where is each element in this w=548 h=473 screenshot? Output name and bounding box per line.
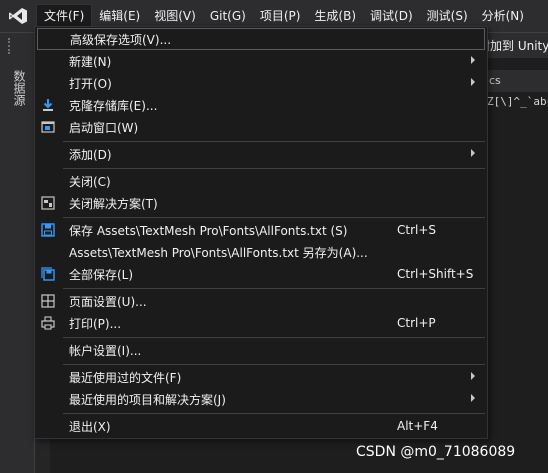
save-icon <box>40 222 56 238</box>
menu-item-close-solution[interactable]: 关闭解决方案(T) <box>35 192 487 214</box>
menu-item-label: 关闭解决方案(T) <box>69 196 158 211</box>
submenu-arrow-icon <box>471 372 475 380</box>
menu-item-recent-projects[interactable]: 最近使用的项目和解决方案(J) <box>35 388 487 410</box>
menu-item-label: 启动窗口(W) <box>69 120 139 135</box>
menu-separator <box>63 413 485 414</box>
menu-view[interactable]: 视图(V) <box>147 4 203 28</box>
menu-debug[interactable]: 调试(D) <box>363 4 420 28</box>
menu-test[interactable]: 测试(S) <box>420 4 475 28</box>
menu-item-start-window[interactable]: 启动窗口(W) <box>35 116 487 138</box>
menu-edit[interactable]: 编辑(E) <box>92 4 147 28</box>
print-icon <box>40 315 56 331</box>
page-setup-icon <box>40 293 56 309</box>
submenu-arrow-icon <box>471 394 475 402</box>
watermark: CSDN @m0_71086089 <box>356 444 516 460</box>
menu-item-recent-files[interactable]: 最近使用过的文件(F) <box>35 366 487 388</box>
menu-item-shortcut: Ctrl+Shift+S <box>397 267 474 281</box>
menu-item-open[interactable]: 打开(O) <box>35 72 487 94</box>
menu-item-print[interactable]: 打印(P)... Ctrl+P <box>35 312 487 334</box>
left-tool-strip: 数据源 <box>0 58 34 473</box>
menu-item-shortcut: Ctrl+S <box>397 223 437 237</box>
menu-item-shortcut: Alt+F4 <box>397 419 438 433</box>
menu-item-save[interactable]: 保存 Assets\TextMesh Pro\Fonts\AllFonts.tx… <box>35 219 487 241</box>
start-window-icon <box>40 119 56 135</box>
menu-item-new[interactable]: 新建(N) <box>35 50 487 72</box>
visual-studio-window: 文件(F) 编辑(E) 视图(V) Git(G) 项目(P) 生成(B) 调试(… <box>0 0 548 473</box>
menu-item-label: 退出(X) <box>69 419 111 434</box>
menu-build[interactable]: 生成(B) <box>307 4 363 28</box>
menu-separator <box>63 364 485 365</box>
menu-item-label: 最近使用过的文件(F) <box>69 370 182 385</box>
menu-item-label: 打印(P)... <box>69 316 122 331</box>
menu-item-label: 页面设置(U)... <box>69 294 147 309</box>
menu-item-label: 克隆存储库(E)... <box>69 98 158 113</box>
menu-item-label: 高级保存选项(V)... <box>70 32 172 47</box>
menu-analyze[interactable]: 分析(N) <box>475 4 531 28</box>
menu-item-label: 最近使用的项目和解决方案(J) <box>69 392 226 407</box>
menu-item-exit[interactable]: 退出(X) Alt+F4 <box>35 415 487 437</box>
menu-separator <box>63 337 485 338</box>
menu-item-label: 关闭(C) <box>69 174 111 189</box>
menu-item-label: 添加(D) <box>69 147 112 162</box>
close-solution-icon <box>40 195 56 211</box>
menu-separator <box>63 141 485 142</box>
menu-git[interactable]: Git(G) <box>203 4 253 28</box>
menu-item-label: Assets\TextMesh Pro\Fonts\AllFonts.txt 另… <box>69 245 368 260</box>
editor-code-line: Z[\]^_`abc <box>487 95 548 108</box>
toolbar-grip-icon[interactable] <box>8 38 12 54</box>
clone-icon <box>40 97 56 113</box>
menu-project[interactable]: 项目(P) <box>253 4 308 28</box>
menu-item-shortcut: Ctrl+P <box>397 316 436 330</box>
menu-item-label: 打开(O) <box>69 76 112 91</box>
attach-to-unity-button[interactable]: 附加到 Unity <box>478 37 548 54</box>
menu-item-account-settings[interactable]: 帐户设置(I)... <box>35 339 487 361</box>
menu-separator <box>63 217 485 218</box>
menu-item-page-setup[interactable]: 页面设置(U)... <box>35 290 487 312</box>
menu-item-label: 帐户设置(I)... <box>69 343 142 358</box>
menu-item-add[interactable]: 添加(D) <box>35 143 487 165</box>
submenu-arrow-icon <box>471 149 475 157</box>
menu-item-label: 新建(N) <box>69 54 112 69</box>
menu-file[interactable]: 文件(F) <box>36 4 93 28</box>
visual-studio-logo-icon <box>0 0 36 32</box>
save-all-icon <box>40 266 56 282</box>
menu-item-label: 全部保存(L) <box>69 267 134 282</box>
submenu-arrow-icon <box>471 56 475 64</box>
document-tab[interactable]: cs <box>487 70 548 92</box>
menu-item-clone-repository[interactable]: 克隆存储库(E)... <box>35 94 487 116</box>
submenu-arrow-icon <box>471 78 475 86</box>
data-sources-tab[interactable]: 数据源 <box>9 70 26 106</box>
menu-item-close[interactable]: 关闭(C) <box>35 170 487 192</box>
menu-item-save-all[interactable]: 全部保存(L) Ctrl+Shift+S <box>35 263 487 285</box>
file-menu-dropdown: 高级保存选项(V)... 新建(N) 打开(O) 克隆存储库(E)... 启动窗… <box>34 26 488 439</box>
menu-separator <box>63 288 485 289</box>
menu-item-save-as[interactable]: Assets\TextMesh Pro\Fonts\AllFonts.txt 另… <box>35 241 487 263</box>
menu-item-advanced-save-options[interactable]: 高级保存选项(V)... <box>37 28 485 50</box>
menu-item-label: 保存 Assets\TextMesh Pro\Fonts\AllFonts.tx… <box>69 223 348 238</box>
menu-separator <box>63 168 485 169</box>
